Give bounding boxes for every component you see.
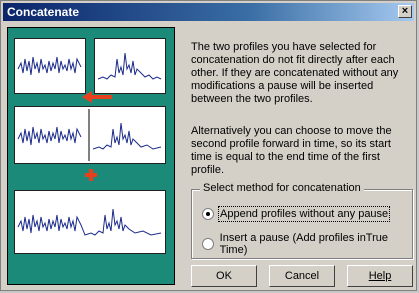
ok-label: OK xyxy=(216,270,232,282)
profile-thumbnail xyxy=(14,38,86,94)
radio-button[interactable] xyxy=(202,238,214,250)
option-label: Insert a pause (Add profiles inTrue Time… xyxy=(219,232,389,256)
profile-thumbnail xyxy=(14,190,166,254)
arrow-left-icon xyxy=(82,91,112,103)
concatenation-illustration xyxy=(7,27,175,285)
close-button[interactable]: × xyxy=(398,5,412,18)
plus-icon xyxy=(85,169,97,181)
ok-button[interactable]: OK xyxy=(191,265,257,287)
profile-thumbnail xyxy=(14,106,166,164)
profile-trace-2 xyxy=(97,52,162,80)
description-paragraph-1: The two profiles you have selected for c… xyxy=(191,41,399,105)
help-button[interactable]: Help xyxy=(347,265,413,287)
option-append[interactable]: Append profiles without any pause xyxy=(202,206,391,222)
profile-trace-shifted xyxy=(17,109,162,161)
option-label: Append profiles without any pause xyxy=(217,206,391,222)
profile-trace-result xyxy=(17,208,162,236)
description-paragraph-2: Alternatively you can choose to move the… xyxy=(191,125,392,176)
close-icon: × xyxy=(401,5,409,17)
help-label: Help xyxy=(368,270,392,282)
radio-button-selected[interactable] xyxy=(202,208,214,220)
dialog-title: Concatenate xyxy=(7,5,80,19)
title-bar: Concatenate × xyxy=(3,3,414,21)
group-label: Select method for concatenation xyxy=(200,182,364,194)
option-insert-pause[interactable]: Insert a pause (Add profiles inTrue Time… xyxy=(202,232,412,256)
profile-thumbnail xyxy=(94,38,166,94)
concatenation-method-group: Select method for concatenation Append p… xyxy=(191,182,413,259)
cancel-label: Cancel xyxy=(284,270,320,282)
concatenate-dialog: Concatenate × The two profiles you have … xyxy=(0,0,417,291)
cancel-button[interactable]: Cancel xyxy=(269,265,335,287)
profile-trace-1 xyxy=(17,56,82,76)
